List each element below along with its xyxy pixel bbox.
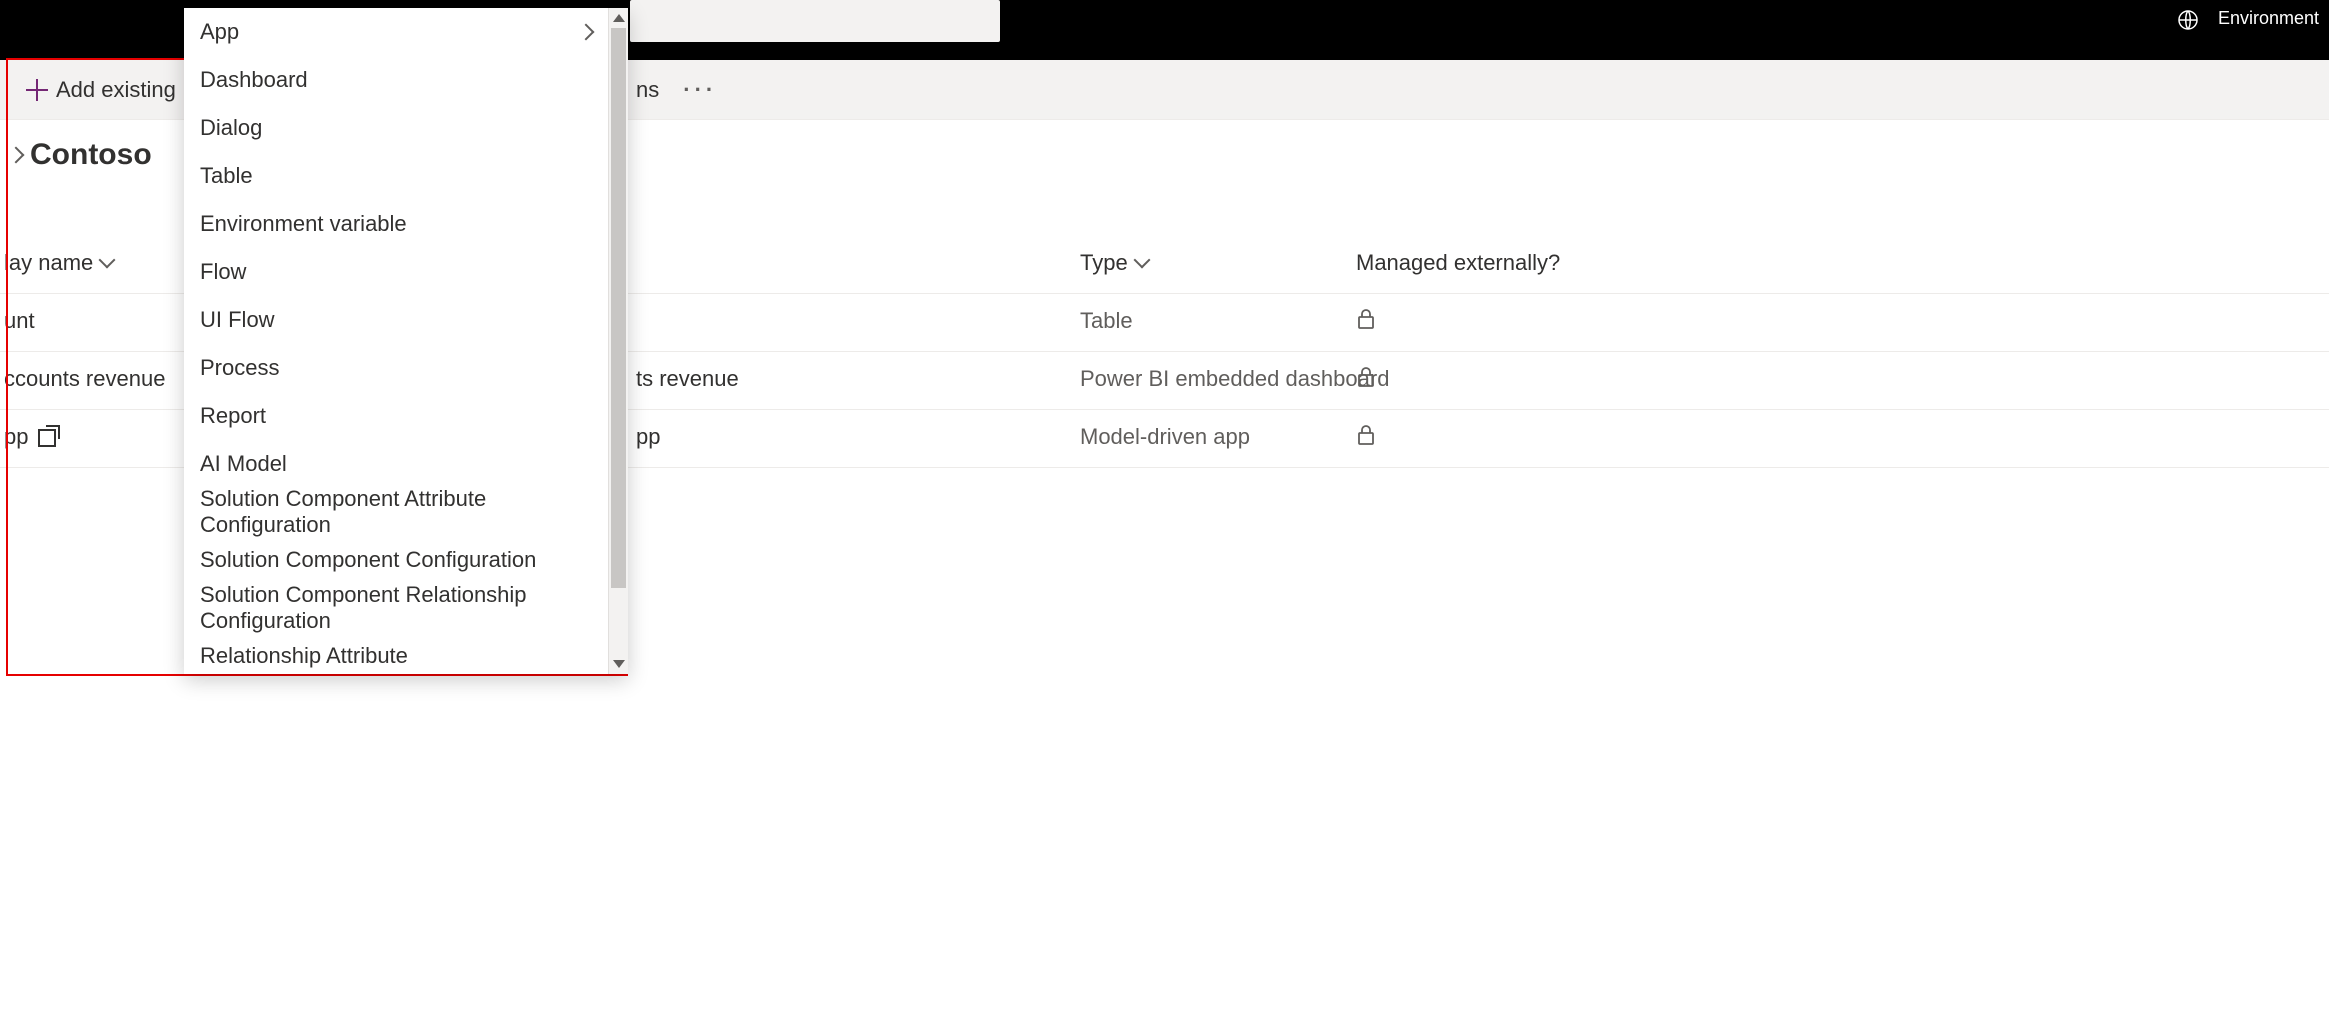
dropdown-item[interactable]: Flow: [184, 248, 608, 296]
dropdown-item[interactable]: Solution Component Attribute Configurati…: [184, 488, 608, 536]
breadcrumb[interactable]: Contoso: [10, 138, 152, 172]
cell-type: Table: [1080, 308, 1133, 334]
page-title: Contoso: [30, 138, 152, 172]
command-bar-overflow-area: ns ···: [636, 60, 717, 120]
dropdown-item[interactable]: Dashboard: [184, 56, 608, 104]
dropdown-item-label: Flow: [200, 259, 246, 285]
cell-display-name: ccounts revenue: [4, 366, 165, 392]
environment-label: Environment: [2218, 8, 2319, 28]
dropdown-item-label: UI Flow: [200, 307, 275, 333]
dropdown-item-label: Environment variable: [200, 211, 407, 237]
chevron-right-icon: [8, 147, 25, 164]
dropdown-item-label: Relationship Attribute: [200, 643, 408, 669]
lock-icon: [1356, 426, 1376, 451]
chevron-right-icon: [578, 24, 595, 41]
open-external-icon[interactable]: [38, 429, 56, 447]
dropdown-item[interactable]: Process: [184, 344, 608, 392]
cell-managed-externally: [1356, 424, 1376, 452]
dropdown-item-label: Dashboard: [200, 67, 308, 93]
cell-display-name: unt: [4, 308, 35, 334]
dropdown-item[interactable]: Table: [184, 152, 608, 200]
dropdown-item[interactable]: Solution Component Relationship Configur…: [184, 584, 608, 632]
dropdown-item-label: Process: [200, 355, 279, 381]
cell-name: pp: [636, 424, 660, 450]
dropdown-scrollbar[interactable]: [608, 8, 628, 674]
dropdown-item[interactable]: AI Model: [184, 440, 608, 488]
dropdown-list: App Dashboard Dialog Table Environment varia…: [184, 8, 608, 674]
scrollbar-down-button[interactable]: [609, 654, 628, 674]
environment-picker[interactable]: Environment: [2176, 8, 2319, 37]
column-header-type[interactable]: Type: [1080, 250, 1148, 276]
column-header-managed-externally[interactable]: Managed externally?: [1356, 250, 1560, 276]
cell-name: ts revenue: [636, 366, 739, 392]
lock-icon: [1356, 368, 1376, 393]
scrollbar-thumb[interactable]: [611, 28, 626, 588]
cell-display-name: pp: [4, 424, 56, 450]
dropdown-item-label: App: [200, 19, 239, 45]
triangle-up-icon: [613, 14, 625, 22]
triangle-down-icon: [613, 660, 625, 668]
dropdown-item-label: Dialog: [200, 115, 262, 141]
dropdown-item[interactable]: Environment variable: [184, 200, 608, 248]
globe-icon: [2176, 8, 2200, 37]
truncated-command-text: ns: [636, 77, 659, 103]
more-commands-button[interactable]: ···: [683, 77, 717, 103]
add-existing-label: Add existing: [56, 77, 176, 103]
dropdown-item[interactable]: Relationship Attribute: [184, 632, 608, 674]
dropdown-item-label: Solution Component Attribute Configurati…: [200, 486, 592, 538]
scrollbar-up-button[interactable]: [609, 8, 628, 28]
cell-managed-externally: [1356, 366, 1376, 394]
cell-type: Model-driven app: [1080, 424, 1250, 450]
chevron-down-icon: [1133, 252, 1150, 269]
dropdown-item[interactable]: UI Flow: [184, 296, 608, 344]
dropdown-item[interactable]: Dialog: [184, 104, 608, 152]
dropdown-item-label: Report: [200, 403, 266, 429]
dropdown-item-label: Solution Component Relationship Configur…: [200, 582, 592, 634]
dropdown-item-label: Table: [200, 163, 253, 189]
lock-icon: [1356, 310, 1376, 335]
cell-managed-externally: [1356, 308, 1376, 336]
dropdown-item[interactable]: Report: [184, 392, 608, 440]
column-header-display-name[interactable]: lay name: [4, 250, 113, 276]
cell-type: Power BI embedded dashboard: [1080, 366, 1389, 392]
dropdown-item[interactable]: App: [184, 8, 608, 56]
dropdown-item-label: Solution Component Configuration: [200, 547, 536, 573]
dropdown-item-label: AI Model: [200, 451, 287, 477]
plus-icon: [26, 79, 48, 101]
add-existing-dropdown: App Dashboard Dialog Table Environment varia…: [184, 8, 628, 674]
chevron-down-icon: [99, 252, 116, 269]
search-box[interactable]: [630, 0, 1000, 42]
dropdown-item[interactable]: Solution Component Configuration: [184, 536, 608, 584]
